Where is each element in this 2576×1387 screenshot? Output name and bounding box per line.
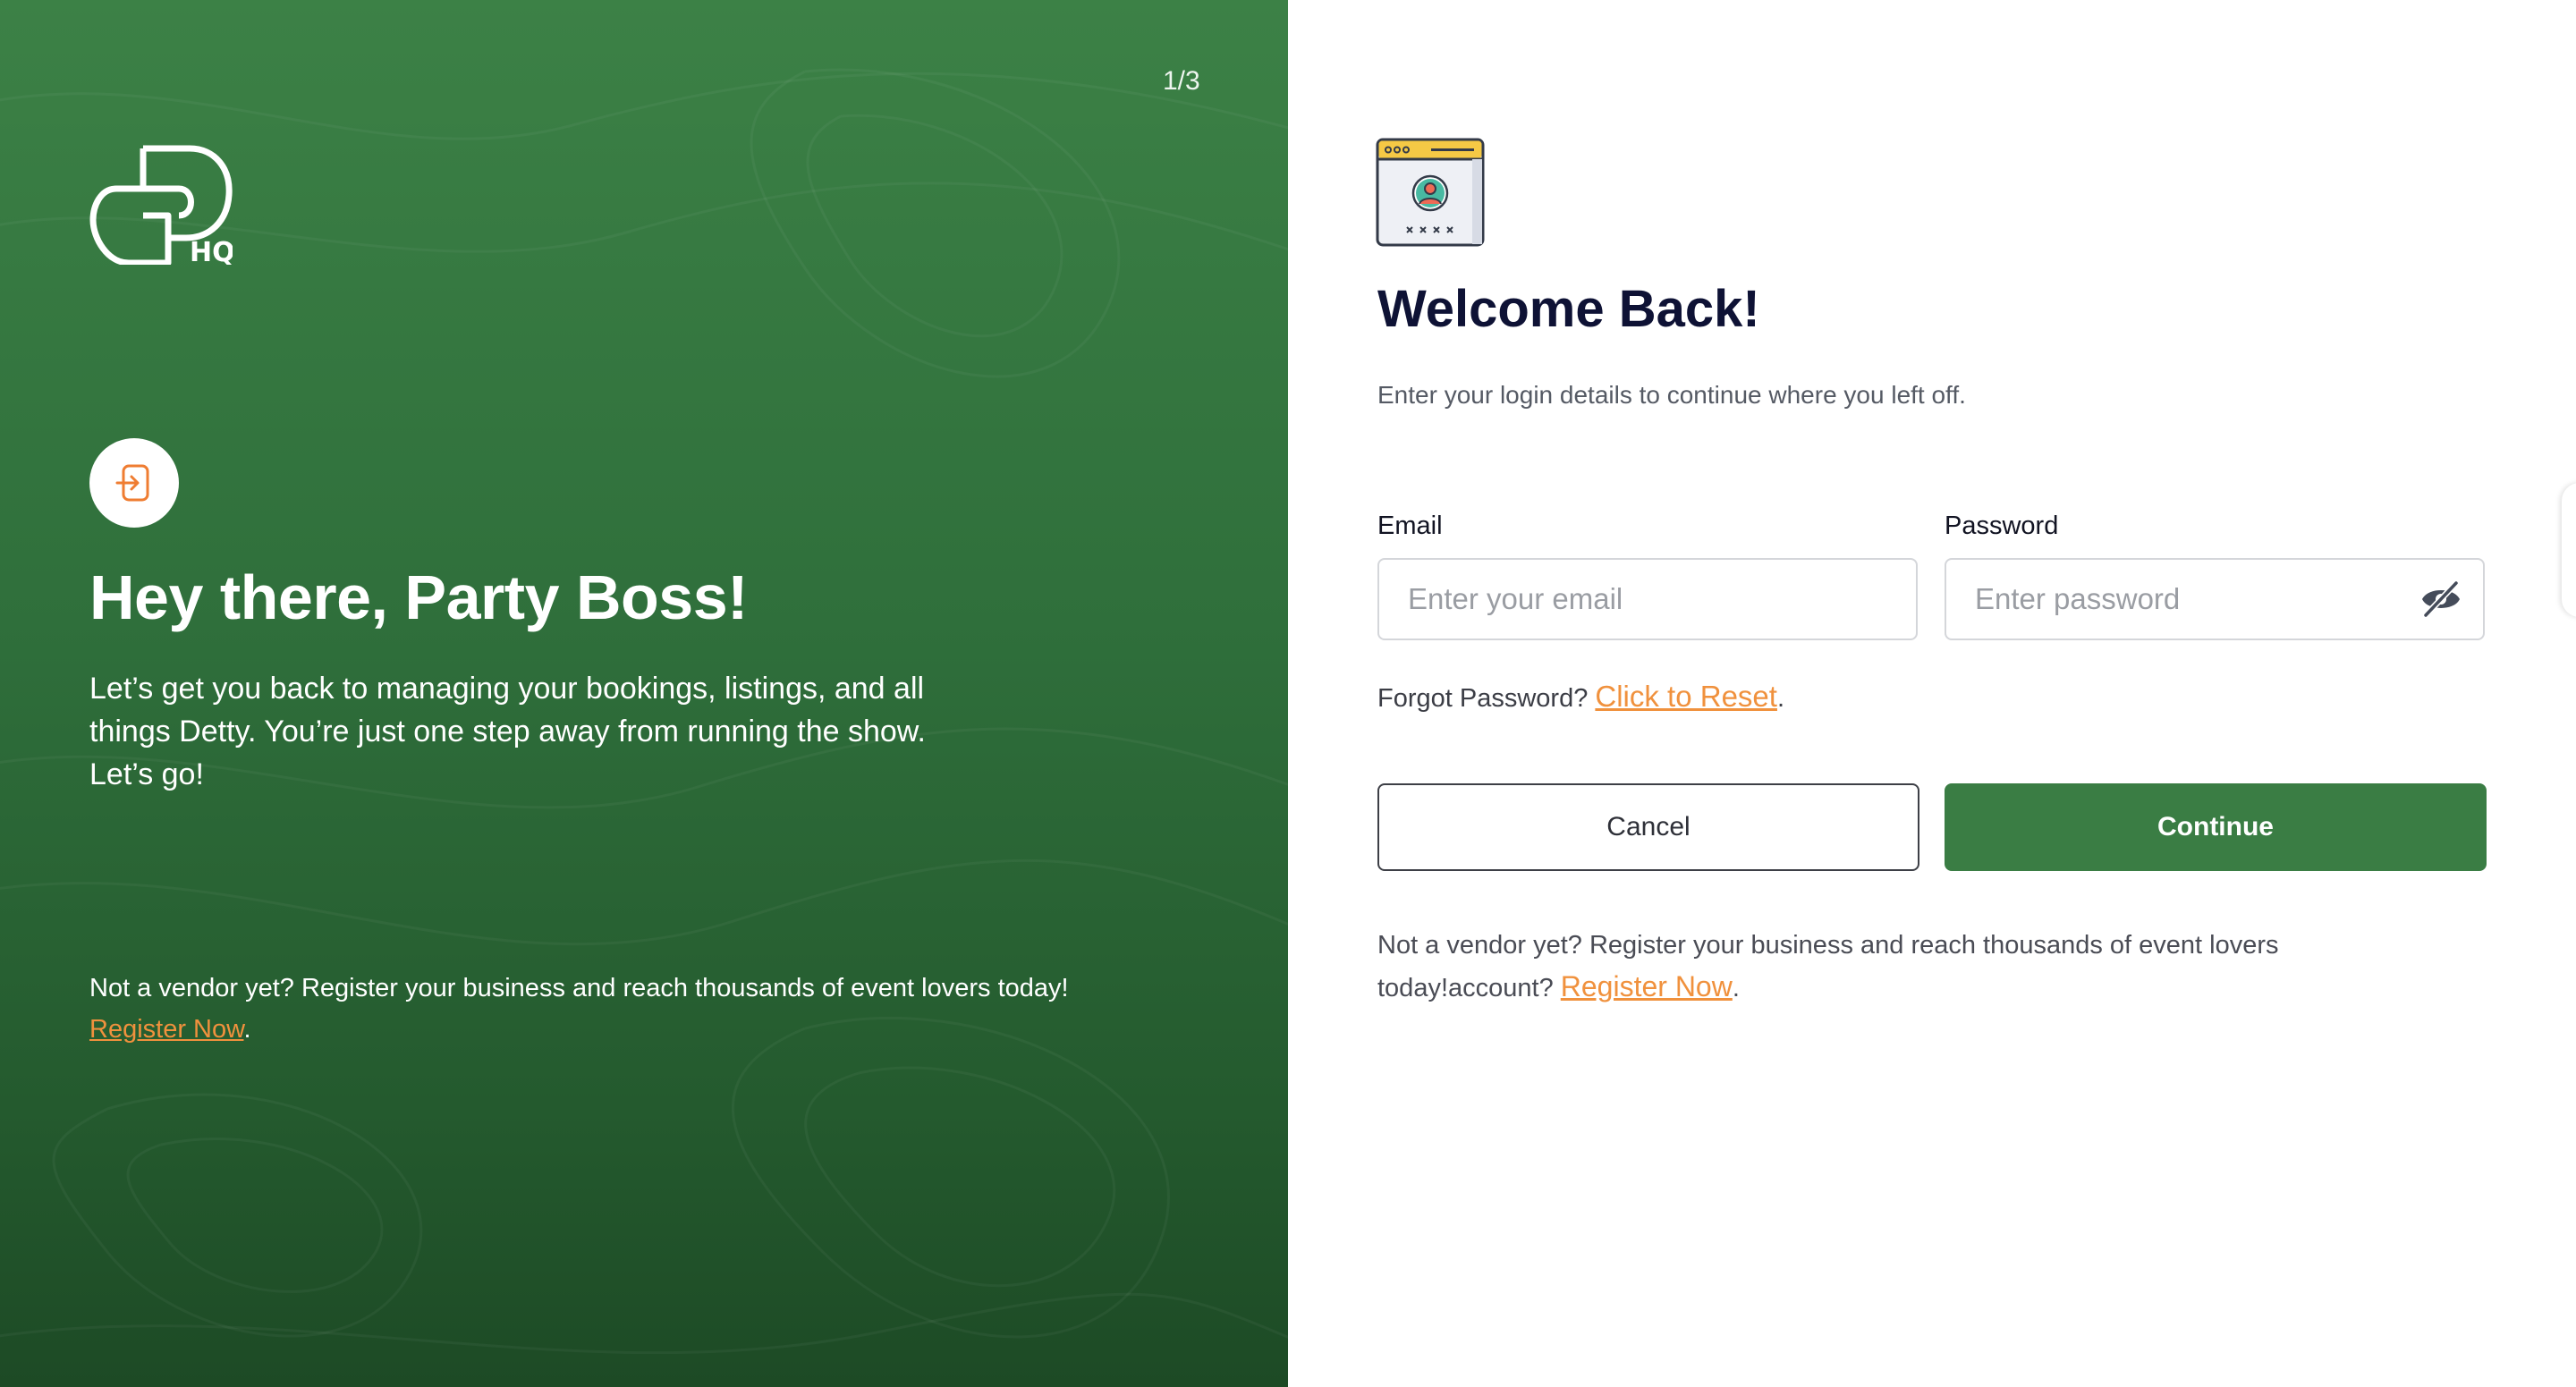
register-now-link[interactable]: Register Now [89, 1015, 243, 1044]
eye-off-icon[interactable] [2420, 579, 2462, 619]
register-prompt-end: . [243, 1015, 251, 1044]
login-badge [89, 438, 179, 528]
forgot-password-text: Forgot Password? [1377, 684, 1596, 713]
hero-description: Let’s get you back to managing your book… [89, 672, 926, 791]
promo-panel: 1/3 HQ Hey there, Party Boss! Let’s get … [0, 0, 1288, 1387]
welcome-title: Welcome Back! [1377, 280, 1760, 338]
forgot-password-row: Forgot Password? Click to Reset. [1377, 680, 1784, 714]
register-now-link-form[interactable]: Register Now [1561, 970, 1733, 1002]
register-prompt-form: Not a vendor yet? Register your business… [1377, 925, 2415, 1009]
brand-logo-icon: HQ [89, 145, 233, 265]
step-indicator: 1/3 [1163, 66, 1200, 96]
login-page: 1/3 HQ Hey there, Party Boss! Let’s get … [0, 0, 2576, 1387]
reset-password-link[interactable]: Click to Reset [1595, 680, 1777, 713]
password-label: Password [1945, 512, 2059, 540]
register-prompt-form-end: . [1732, 974, 1740, 1002]
password-field[interactable] [1945, 558, 2485, 640]
hero-title: Hey there, Party Boss! [89, 562, 748, 632]
welcome-subtitle: Enter your login details to continue whe… [1377, 381, 1966, 409]
cancel-button[interactable]: Cancel [1377, 783, 1919, 871]
svg-text:HQ: HQ [190, 237, 233, 265]
edge-drawer-tab[interactable] [2562, 483, 2576, 617]
continue-button[interactable]: Continue [1945, 783, 2487, 871]
register-prompt-text: Not a vendor yet? Register your business… [89, 974, 1069, 1002]
register-prompt: Not a vendor yet? Register your business… [89, 968, 1091, 1050]
email-field[interactable] [1377, 558, 1918, 640]
register-prompt-form-text: Not a vendor yet? Register your business… [1377, 931, 2279, 1002]
forgot-password-end: . [1776, 684, 1785, 713]
browser-login-icon [1376, 138, 1485, 247]
email-label: Email [1377, 512, 1443, 540]
login-arrow-icon [115, 464, 149, 502]
